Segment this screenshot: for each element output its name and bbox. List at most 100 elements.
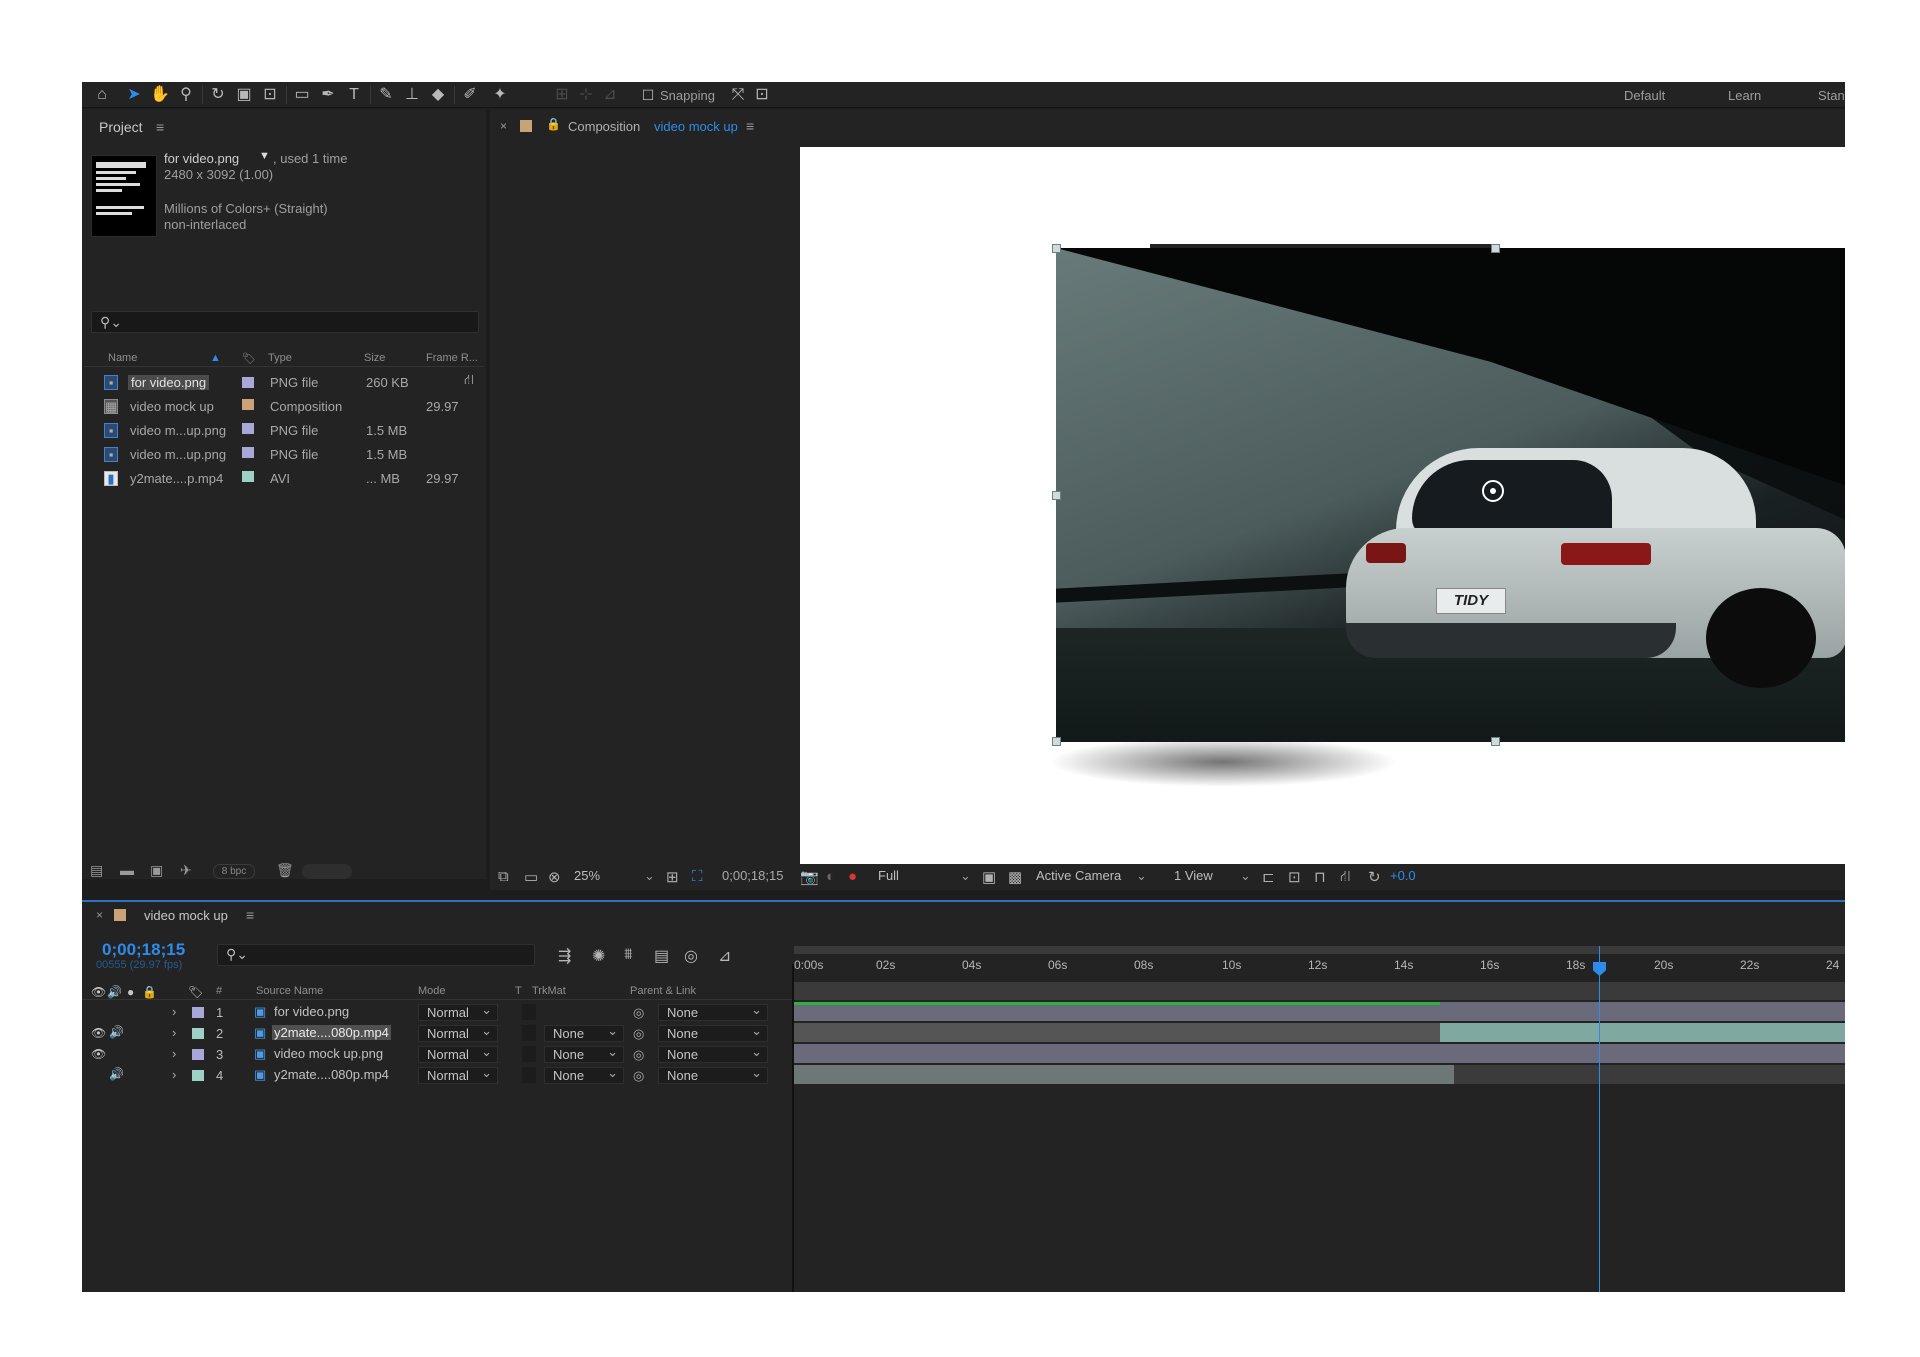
layer-4-track[interactable]	[794, 1065, 1454, 1084]
layer-row[interactable]: › 1 ▣ for video.png Normal ◎ None	[82, 1002, 792, 1023]
graph-editor-icon[interactable]: ⊿	[718, 946, 731, 966]
file-menu-chevron-icon[interactable]: ▼	[259, 150, 270, 162]
layer-3-track[interactable]	[794, 1044, 1845, 1063]
project-item[interactable]: ▦ video mock up Composition 29.97	[84, 394, 484, 418]
blend-mode-dropdown[interactable]: Normal	[418, 1023, 498, 1042]
column-size[interactable]: Size	[364, 352, 385, 364]
chevron-down-icon[interactable]: ⌄	[1136, 868, 1147, 884]
current-time-display[interactable]: 0;00;18;15	[722, 868, 783, 883]
thumbnail-transparency-toggle[interactable]	[302, 864, 352, 879]
new-folder-icon[interactable]: ▬	[120, 862, 134, 878]
current-time-indicator[interactable]	[1599, 946, 1600, 1292]
fast-previews-icon[interactable]: ⊡	[1288, 868, 1301, 886]
track-matte-toggle[interactable]	[522, 1067, 536, 1083]
expand-chevron-icon[interactable]: ›	[172, 1025, 176, 1040]
toggle-pixel-aspect-icon[interactable]: ⊏	[1262, 868, 1275, 886]
selection-icon[interactable]: ➤	[124, 86, 144, 104]
timeline-current-time[interactable]: 0;00;18;15	[102, 940, 185, 960]
time-navigator-bar[interactable]	[794, 946, 1845, 954]
label-color-swatch[interactable]	[242, 471, 254, 482]
magnification-dropdown[interactable]: 25%	[574, 868, 600, 883]
project-item[interactable]: ▮ y2mate....p.mp4 AVI ... MB 29.97	[84, 466, 484, 490]
eraser-icon[interactable]: ◆	[428, 86, 448, 104]
mask-visibility-icon[interactable]: ⊗	[548, 868, 561, 886]
interpret-footage-icon[interactable]: ▤	[90, 862, 103, 879]
text-icon[interactable]: T	[344, 86, 364, 104]
pick-whip-icon[interactable]: ◎	[633, 1047, 644, 1063]
chevron-down-icon[interactable]: ⌄	[960, 868, 971, 884]
label-color-swatch[interactable]	[242, 399, 254, 410]
parent-dropdown[interactable]: None	[658, 1023, 768, 1042]
reset-exposure-icon[interactable]: ↻	[1368, 868, 1381, 886]
project-item[interactable]: ▪ video m...up.png PNG file 1.5 MB	[84, 418, 484, 442]
snapshot-icon[interactable]: 📷	[800, 868, 819, 886]
project-item[interactable]: ▪ video m...up.png PNG file 1.5 MB	[84, 442, 484, 466]
transform-handle[interactable]	[1052, 491, 1061, 500]
shy-layers-icon[interactable]: ⩩	[624, 946, 633, 964]
panel-menu-icon[interactable]: ≡	[156, 119, 164, 135]
project-search-input[interactable]: ⚲⌄	[91, 311, 479, 333]
view-layout-dropdown[interactable]: 1 View	[1174, 868, 1213, 883]
pan-behind-icon[interactable]: ⊡	[260, 86, 280, 104]
track-matte-toggle[interactable]	[522, 1004, 536, 1020]
track-matte-toggle[interactable]	[522, 1025, 536, 1041]
track-matte-dropdown[interactable]: None	[544, 1044, 624, 1063]
transparency-grid-icon[interactable]: ▩	[1008, 868, 1022, 886]
chevron-down-icon[interactable]: ⌄	[1240, 868, 1251, 884]
project-item[interactable]: ▪ for video.png PNG file 260 KB	[84, 370, 484, 394]
rotate-icon[interactable]: ↻	[208, 86, 228, 104]
sort-ascending-icon[interactable]: ▲	[210, 352, 221, 364]
draft-3d-icon[interactable]: ✺	[592, 946, 605, 966]
snap-features-icon[interactable]: ⊡	[752, 86, 772, 104]
show-snapshot-icon[interactable]: ◐	[826, 868, 835, 885]
label-color-swatch[interactable]	[192, 1070, 204, 1081]
view-axis-icon[interactable]: ⊿	[600, 86, 620, 104]
workspace-default[interactable]: Default	[1624, 88, 1665, 103]
bit-depth-button[interactable]: 8 bpc	[213, 864, 255, 879]
label-color-swatch[interactable]	[242, 447, 254, 458]
rectangle-icon[interactable]: ▭	[292, 86, 312, 104]
panel-menu-icon[interactable]: ≡	[746, 118, 754, 134]
local-axis-icon[interactable]: ⊞	[552, 86, 572, 104]
layer-source-name[interactable]: for video.png	[272, 1004, 351, 1019]
column-type[interactable]: Type	[268, 352, 292, 364]
chevron-down-icon[interactable]: ⌄	[644, 868, 655, 884]
brush-icon[interactable]: ✎	[376, 86, 396, 104]
delete-icon[interactable]: 🗑	[276, 862, 294, 879]
always-preview-icon[interactable]: ⧉	[498, 868, 509, 885]
resolution-dropdown[interactable]: Full	[878, 868, 899, 883]
layer-2-clip[interactable]	[1440, 1023, 1845, 1042]
blend-mode-dropdown[interactable]: Normal	[418, 1065, 498, 1084]
monitor-icon[interactable]: ▭	[524, 868, 538, 886]
flowchart-icon[interactable]: ⛙	[1340, 868, 1351, 887]
column-frame-rate[interactable]: Frame R...	[426, 352, 478, 364]
layer-row[interactable]: 👁 › 3 ▣ video mock up.png Normal None ◎ …	[82, 1044, 792, 1065]
panel-menu-icon[interactable]: ≡	[246, 907, 254, 923]
column-name[interactable]: Name	[108, 352, 137, 364]
hand-icon[interactable]: ✋	[150, 86, 170, 104]
motion-blur-icon[interactable]: ◎	[684, 946, 698, 966]
label-color-swatch[interactable]	[192, 1028, 204, 1039]
time-ruler[interactable]: 0:00s 02s 04s 06s 08s 10s 12s 14s 16s 18…	[794, 946, 1845, 982]
layer-source-name[interactable]: video mock up.png	[272, 1046, 385, 1061]
transform-handle[interactable]	[1491, 737, 1500, 746]
close-tab-icon[interactable]: ×	[96, 908, 103, 922]
parent-dropdown[interactable]: None	[658, 1002, 768, 1021]
layer-row[interactable]: 👁 🔊 › 2 ▣ y2mate....080p.mp4 Normal None…	[82, 1023, 792, 1044]
toggle-mask-icon[interactable]: ⛶	[692, 868, 703, 885]
region-of-interest-icon[interactable]: ▣	[982, 868, 996, 886]
render-queue-icon[interactable]: ✈	[180, 862, 192, 879]
choose-grid-icon[interactable]: ⊞	[666, 868, 679, 886]
track-matte-dropdown[interactable]: None	[544, 1065, 624, 1084]
zoom-icon[interactable]: ⚲	[176, 86, 196, 104]
label-color-swatch[interactable]	[242, 423, 254, 434]
track-matte-dropdown[interactable]: None	[544, 1023, 624, 1042]
frame-blending-icon[interactable]: ▤	[654, 946, 669, 966]
anchor-point-icon[interactable]	[1482, 480, 1504, 502]
layer-source-name[interactable]: y2mate....080p.mp4	[272, 1025, 391, 1040]
expand-chevron-icon[interactable]: ›	[172, 1004, 176, 1019]
roto-brush-icon[interactable]: ✐	[460, 86, 480, 104]
layer-2-track[interactable]	[794, 1023, 1845, 1042]
camera-view-dropdown[interactable]: Active Camera	[1036, 868, 1121, 883]
composition-tab[interactable]: × 🔒 Composition video mock up ≡	[490, 109, 1845, 145]
